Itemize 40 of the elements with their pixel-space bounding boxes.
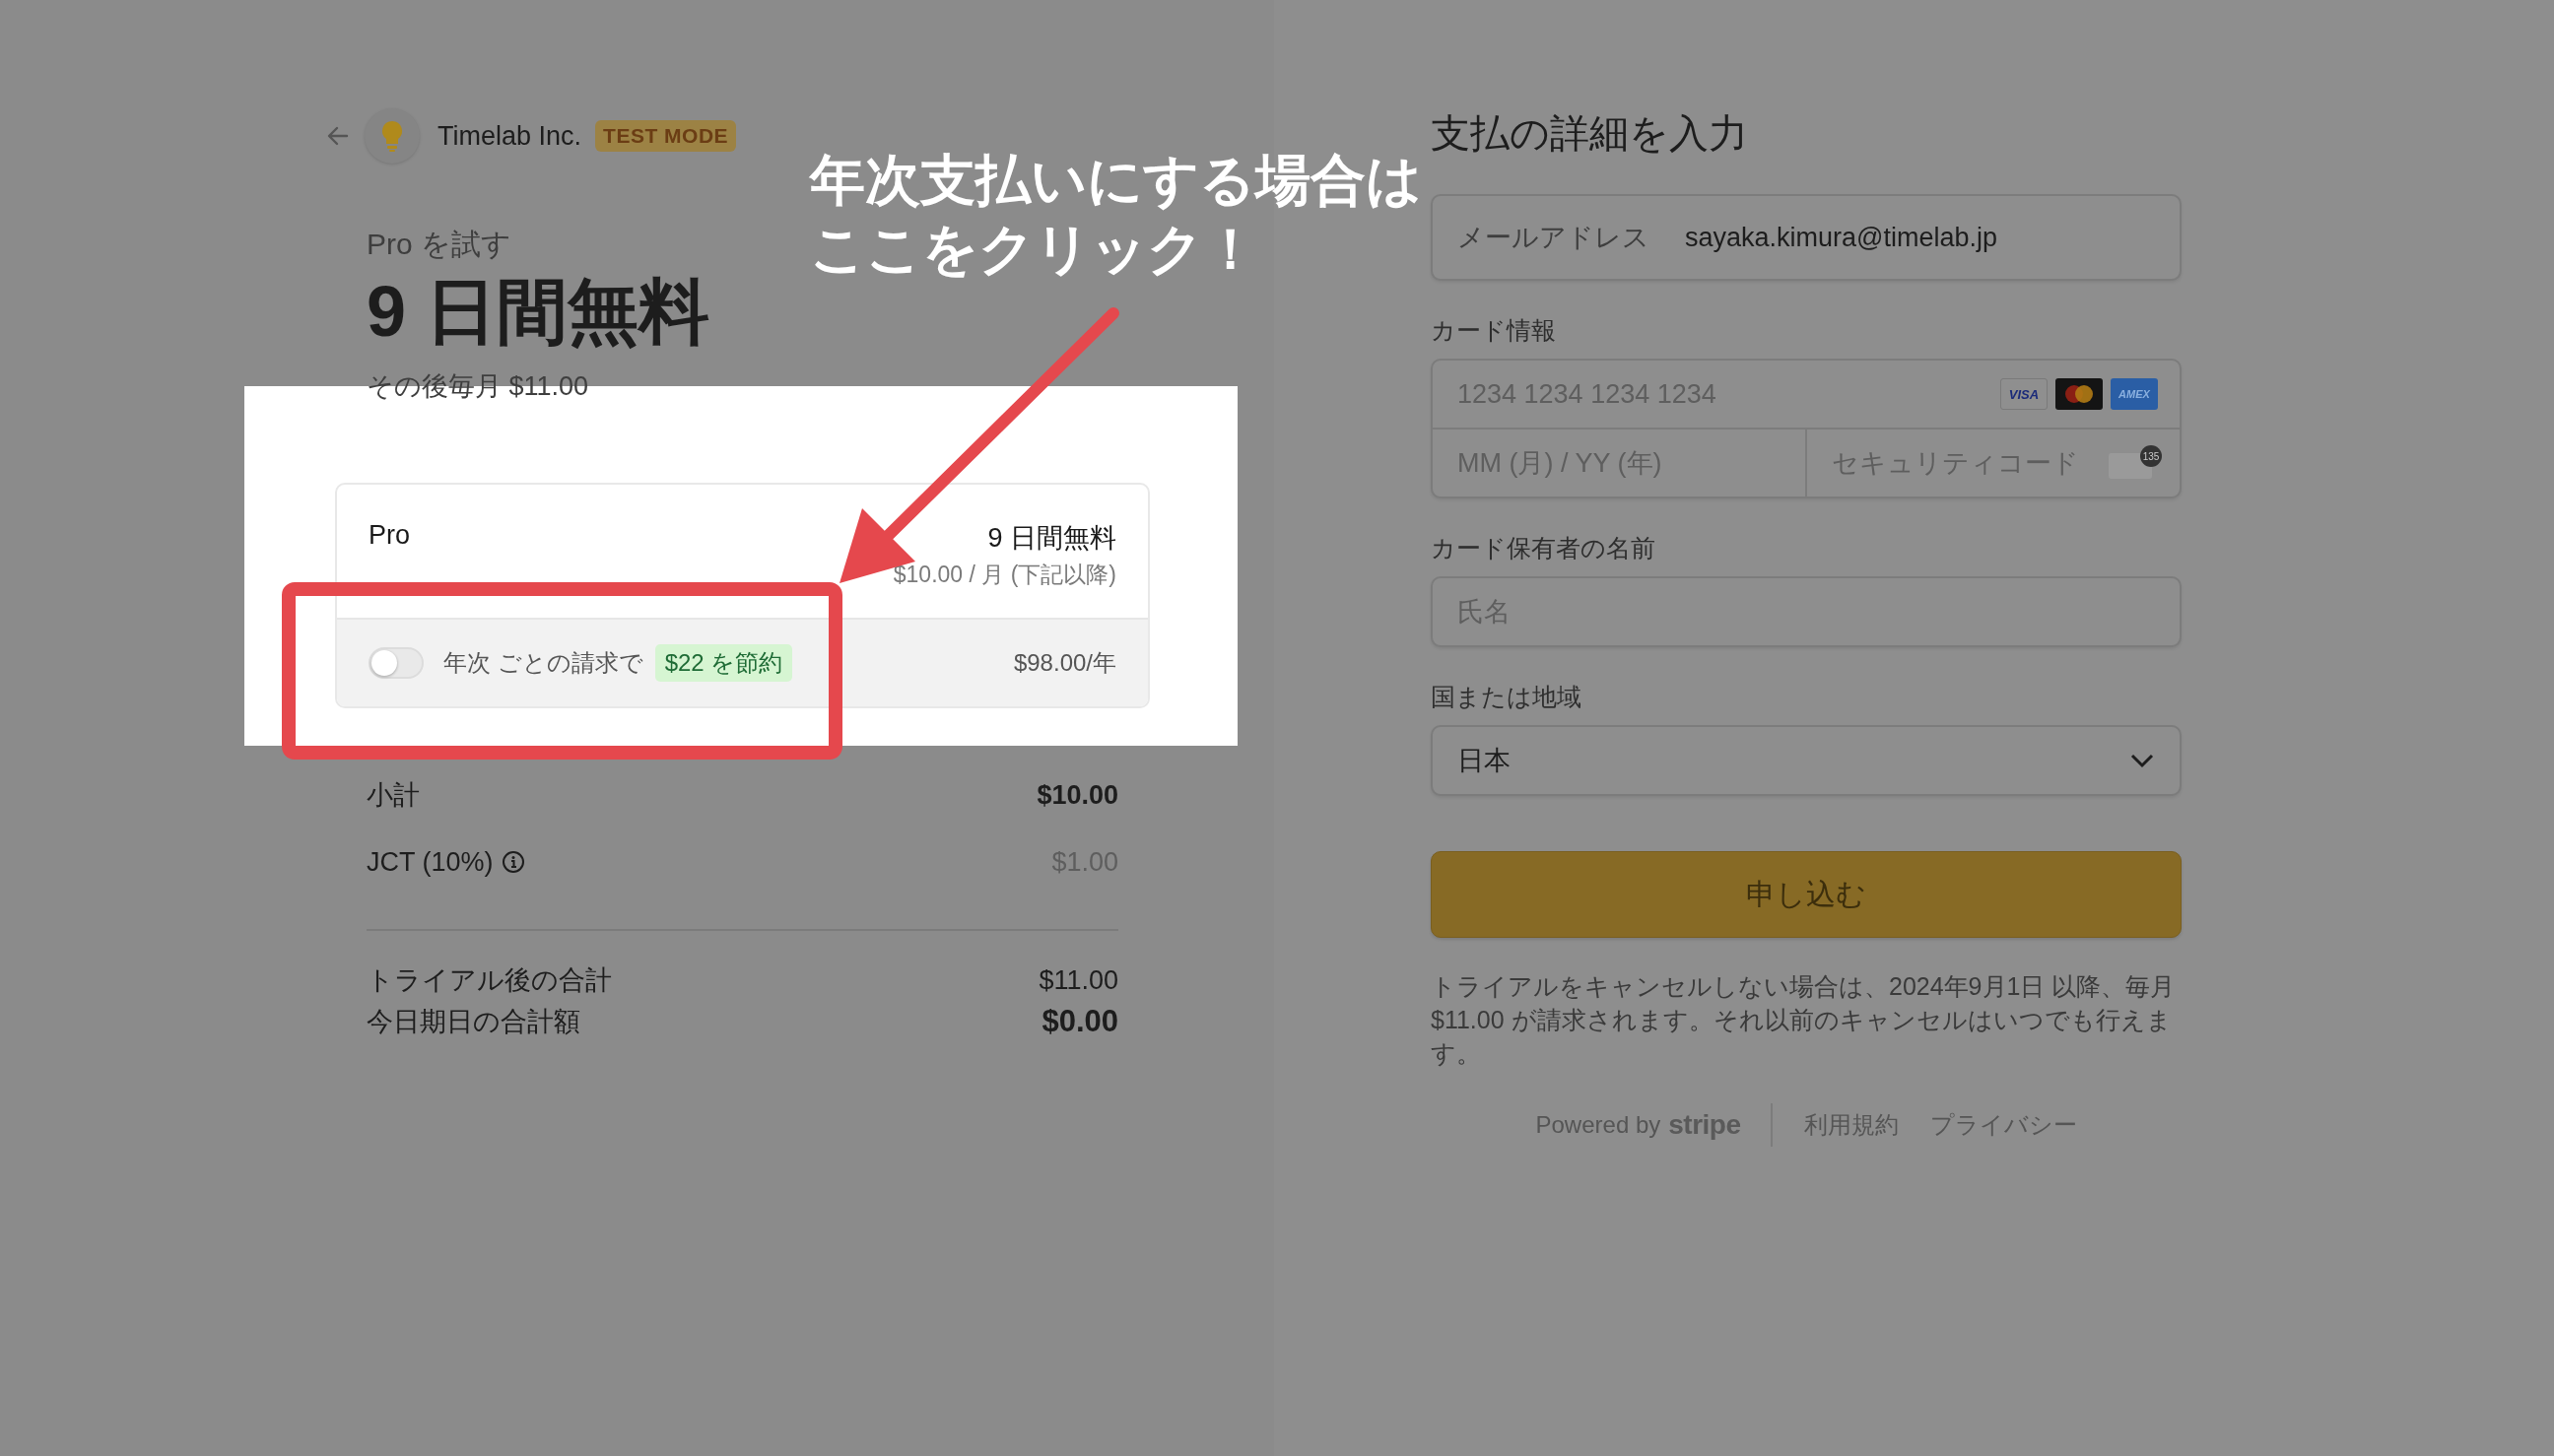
plan-trial: 9 日間無料 bbox=[986, 522, 1116, 556]
annotation-text: 年次支払いにする場合は ここをクリック！ bbox=[810, 148, 1422, 282]
country-label: 国または地域 bbox=[1431, 682, 1582, 712]
annual-billing-label: 年次 ごとの請求で bbox=[443, 648, 643, 679]
payment-title: 支払の詳細を入力 bbox=[1431, 110, 1749, 157]
cvc-digits: 135 bbox=[2140, 445, 2162, 467]
card-info-label: カード情報 bbox=[1431, 315, 1557, 346]
submit-button[interactable]: 申し込む bbox=[1431, 851, 2182, 938]
trial-terms-text: トライアルをキャンセルしない場合は、2024年9月1日 以降、毎月 $11.00 が請求されます。それ以前のキャンセルはいつでも行えます。 bbox=[1431, 971, 2177, 1069]
test-mode-badge: TEST MODE bbox=[595, 120, 737, 152]
savings-badge: $22 を節約 bbox=[654, 644, 793, 683]
annual-billing-toggle[interactable] bbox=[369, 647, 424, 680]
amex-card-icon: AMEX bbox=[2111, 378, 2158, 410]
powered-by-text: Powered by bbox=[1535, 1111, 1661, 1139]
email-label: メールアドレス bbox=[1457, 222, 1649, 254]
total-label: 小計 bbox=[367, 779, 420, 813]
total-value: $10.00 bbox=[1037, 779, 1118, 811]
mastercard-icon bbox=[2055, 378, 2103, 410]
trial-eyebrow: Pro を試す bbox=[367, 227, 512, 262]
email-value: sayaka.kimura@timelab.jp bbox=[1685, 222, 1998, 253]
total-value: $0.00 bbox=[1042, 1004, 1118, 1040]
footer-link[interactable]: プライバシー bbox=[1929, 1109, 2077, 1141]
total-label: トライアル後の合計 bbox=[367, 964, 612, 998]
visa-card-icon: VISA bbox=[2000, 378, 2048, 410]
total-value: $11.00 bbox=[1039, 964, 1118, 996]
chevron-down-icon bbox=[2129, 753, 2155, 768]
email-field[interactable]: メールアドレス sayaka.kimura@timelab.jp bbox=[1431, 194, 2182, 281]
annual-price: $98.00/年 bbox=[1013, 648, 1116, 679]
lightbulb-icon bbox=[379, 119, 405, 153]
country-select[interactable]: 日本 bbox=[1431, 725, 2182, 796]
company-name: Timelab Inc. bbox=[437, 120, 582, 152]
total-label: JCT (10%) bbox=[367, 846, 494, 878]
plan-name: Pro bbox=[369, 520, 411, 553]
total-label: 今日期日の合計額 bbox=[367, 1006, 580, 1039]
plan-price-note: $10.00 / 月 (下記以降) bbox=[893, 561, 1116, 590]
cardholder-name-label: カード保有者の名前 bbox=[1431, 533, 1656, 563]
info-icon[interactable] bbox=[501, 850, 525, 875]
country-value: 日本 bbox=[1457, 745, 1511, 777]
trial-headline: 9 日間無料 bbox=[367, 273, 711, 352]
footer-link[interactable]: 利用規約 bbox=[1803, 1109, 1899, 1141]
